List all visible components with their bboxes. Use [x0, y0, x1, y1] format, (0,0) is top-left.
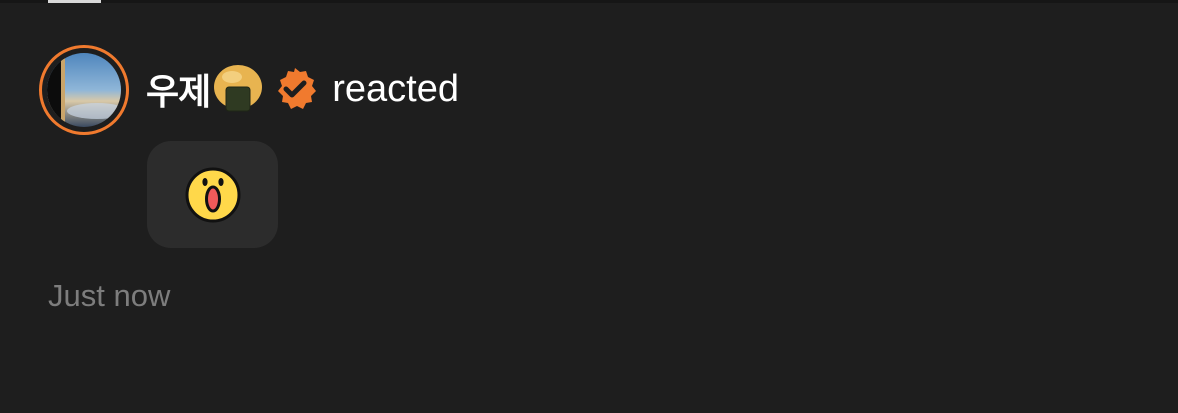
avatar[interactable]: [39, 45, 129, 135]
username[interactable]: 우제: [146, 63, 211, 115]
rice-ball-icon: [214, 65, 263, 112]
action-text: reacted: [332, 67, 459, 110]
timestamp: Just now: [48, 278, 171, 313]
avatar-image: [47, 53, 121, 127]
reaction-bubble[interactable]: [147, 141, 278, 248]
tab-indicator: [48, 0, 101, 3]
notification-line: 우제 reacted: [146, 62, 459, 116]
surprised-face-icon: [185, 167, 240, 222]
top-divider: [0, 0, 1178, 3]
verified-badge-icon: [278, 68, 317, 109]
